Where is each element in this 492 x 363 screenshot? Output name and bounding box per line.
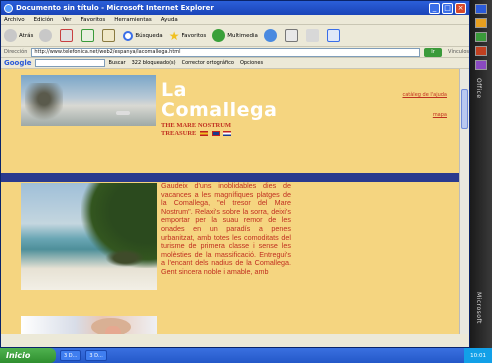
page-subtitle: THE MARE NOSTRUM TREASURE (161, 122, 232, 138)
google-search-button[interactable]: Buscar (109, 60, 126, 66)
multimedia-label: Multimedia (227, 32, 258, 39)
menu-ver[interactable]: Ver (62, 17, 71, 23)
start-button[interactable]: Inicio (0, 348, 56, 363)
help-catalog-link[interactable]: catàleg de l'ajuda (402, 85, 447, 105)
print-icon (305, 29, 319, 42)
options-button[interactable]: Opciones (240, 60, 263, 66)
edit-button[interactable] (326, 29, 342, 42)
france-flag-icon[interactable] (223, 131, 232, 137)
beach-photo (21, 183, 157, 290)
forward-arrow-icon (39, 29, 53, 42)
face-shape (105, 326, 121, 334)
mail-icon (284, 29, 298, 42)
description-text: Gaudeix d'uns inoblidables dies de vacan… (161, 181, 291, 276)
subtitle-line1: THE MARE NOSTRUM (161, 122, 232, 129)
search-icon (123, 30, 134, 41)
office-app-icon[interactable] (475, 60, 487, 70)
title-bar[interactable]: Documento sin título - Microsoft Interne… (1, 1, 469, 15)
home-button[interactable] (102, 29, 117, 42)
office-app-icon[interactable] (475, 4, 487, 14)
go-button[interactable]: Ir (424, 47, 443, 57)
harbor-photo (21, 75, 156, 126)
address-label: Dirección (4, 49, 28, 55)
edit-icon (326, 29, 340, 42)
search-label: Búsqueda (135, 32, 163, 39)
menu-archivo[interactable]: Archivo (4, 17, 25, 23)
office-label: Office (475, 78, 482, 99)
page-title-line2: Comallega (161, 99, 278, 121)
history-button[interactable] (263, 29, 279, 42)
refresh-icon (81, 29, 95, 42)
web-page: La Comallega THE MARE NOSTRUM TREASURE c… (1, 69, 459, 334)
stop-button[interactable] (60, 29, 75, 42)
map-link[interactable]: mapa (402, 105, 447, 125)
person-photo (21, 316, 157, 334)
print-button[interactable] (305, 29, 321, 42)
office-app-icon[interactable] (475, 46, 487, 56)
maximize-button[interactable]: □ (442, 2, 453, 14)
multimedia-icon (212, 29, 226, 42)
refresh-button[interactable] (81, 29, 96, 42)
google-search-input[interactable] (34, 59, 105, 67)
back-button[interactable]: Atrás (4, 29, 33, 42)
boat-shape (116, 111, 130, 115)
stop-icon (60, 29, 74, 42)
menu-favoritos[interactable]: Favoritos (80, 17, 105, 23)
url-field[interactable]: http://www.telefonica.net/web2/espanya/l… (31, 47, 421, 57)
window-title: Documento sin título - Microsoft Interne… (16, 4, 214, 12)
page-title-line1: La (161, 79, 187, 101)
spellcheck-button[interactable]: Corrector ortográfico (182, 60, 234, 66)
toolbar: Atrás Búsqueda ★ Favoritos Multimedia (1, 25, 469, 47)
menu-ayuda[interactable]: Ayuda (161, 17, 178, 23)
search-button[interactable]: Búsqueda (123, 30, 163, 41)
rocks-shape (105, 249, 145, 267)
tree-shape (25, 83, 63, 123)
back-arrow-icon (4, 29, 17, 42)
minimize-button[interactable]: _ (429, 2, 440, 14)
taskbar-item[interactable]: 3 D... (85, 350, 107, 361)
taskbar-item[interactable]: 3 D... (60, 350, 82, 361)
taskbar: Inicio 3 D... 3 D... 10:01 (0, 348, 492, 363)
office-shortcut-bar: Office Microsoft (470, 0, 492, 348)
home-icon (102, 29, 116, 42)
page-title: La Comallega (161, 80, 277, 120)
popup-blocked-count[interactable]: 322 bloqueado(s) (132, 60, 176, 66)
side-links: catàleg de l'ajuda mapa (402, 85, 447, 125)
mail-button[interactable] (284, 29, 300, 42)
uk-flag-icon[interactable] (211, 131, 220, 137)
menu-edicion[interactable]: Edición (34, 17, 54, 23)
menu-herramientas[interactable]: Herramientas (114, 17, 151, 23)
office-app-icon[interactable] (475, 32, 487, 42)
multimedia-button[interactable]: Multimedia (212, 29, 258, 42)
ie-icon (4, 3, 13, 13)
star-icon: ★ (168, 28, 180, 43)
google-toolbar: Google Buscar 322 bloqueado(s) Corrector… (1, 58, 469, 69)
subtitle-line2: TREASURE (161, 130, 197, 137)
spain-flag-icon[interactable] (200, 131, 209, 137)
favorites-button[interactable]: ★ Favoritos (169, 29, 207, 43)
clock: 10:01 (470, 352, 486, 359)
close-button[interactable]: × (455, 2, 466, 14)
back-label: Atrás (19, 32, 34, 39)
office-app-icon[interactable] (475, 18, 487, 28)
microsoft-label: Microsoft (475, 292, 482, 324)
favorites-label: Favoritos (181, 32, 207, 39)
links-label[interactable]: Vínculos (448, 49, 469, 55)
google-logo: Google (4, 59, 32, 67)
address-bar: Dirección http://www.telefonica.net/web2… (1, 47, 469, 58)
scrollbar-thumb[interactable] (461, 89, 468, 129)
history-icon (263, 29, 277, 42)
forward-button[interactable] (39, 29, 54, 42)
system-tray: 10:01 (464, 348, 492, 363)
menu-bar: Archivo Edición Ver Favoritos Herramient… (1, 15, 469, 25)
vertical-scrollbar[interactable] (459, 69, 468, 334)
